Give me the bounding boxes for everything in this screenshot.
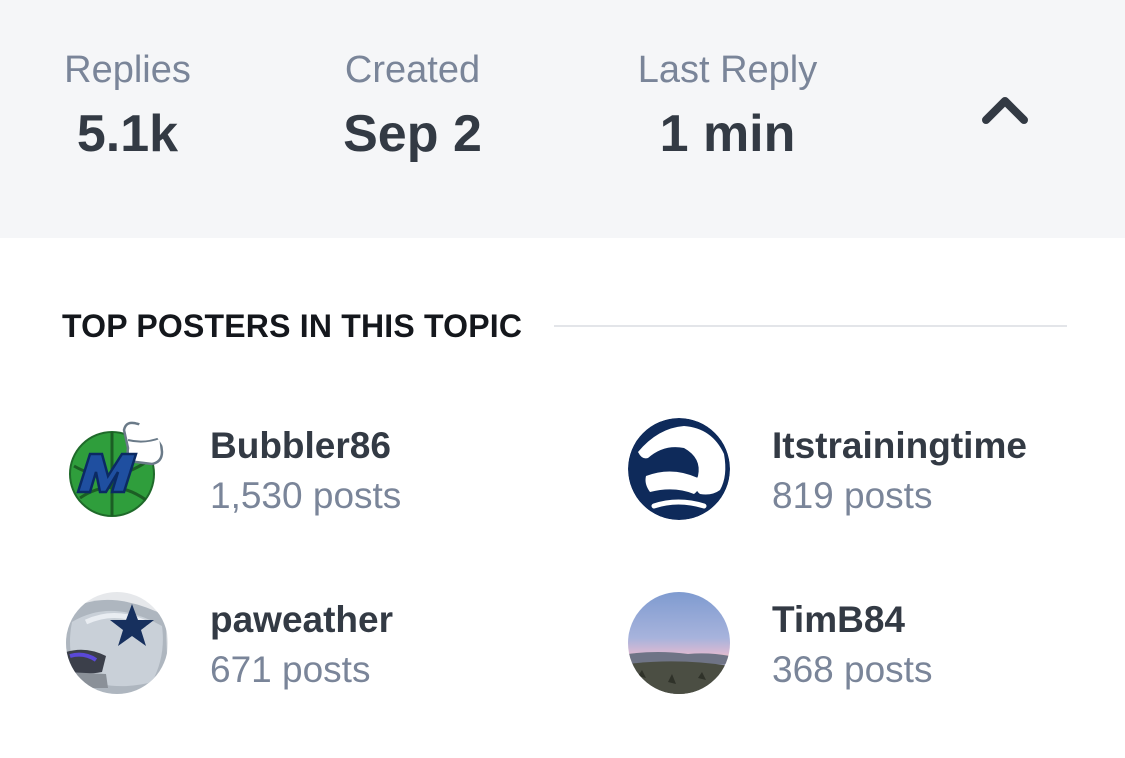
top-poster-item[interactable]: Itstrainingtime 819 posts xyxy=(628,418,1098,528)
poster-post-count: 368 posts xyxy=(772,649,933,690)
penn-state-lion-avatar xyxy=(628,418,730,520)
avatar[interactable] xyxy=(628,592,730,694)
poster-post-count: 1,530 posts xyxy=(210,475,402,516)
mavericks-logo-avatar xyxy=(66,418,168,520)
collapse-button[interactable] xyxy=(970,82,1040,136)
top-poster-item[interactable]: paweather 671 posts xyxy=(66,592,536,702)
sunset-photo-avatar xyxy=(628,592,730,694)
top-poster-item[interactable]: Bubbler86 1,530 posts xyxy=(66,418,536,528)
stat-last-reply-label: Last Reply xyxy=(637,49,818,91)
top-posters-title: TOP POSTERS IN THIS TOPIC xyxy=(62,307,523,344)
poster-post-count: 671 posts xyxy=(210,649,371,690)
avatar[interactable] xyxy=(628,418,730,520)
stat-replies-label: Replies xyxy=(64,49,191,91)
topic-stats-bar: Replies 5.1k Created Sep 2 Last Reply 1 … xyxy=(0,0,1125,238)
chevron-up-icon xyxy=(982,97,1028,124)
stat-last-reply-value: 1 min xyxy=(659,105,796,163)
stat-created: Created Sep 2 xyxy=(325,48,500,164)
stat-replies-value: 5.1k xyxy=(76,105,179,163)
top-poster-item[interactable]: TimB84 368 posts xyxy=(628,592,1098,702)
stat-created-value: Sep 2 xyxy=(343,105,482,163)
stat-replies: Replies 5.1k xyxy=(50,48,205,164)
poster-name[interactable]: TimB84 xyxy=(772,598,905,642)
stat-created-label: Created xyxy=(344,49,481,91)
poster-name[interactable]: Itstrainingtime xyxy=(772,424,1027,468)
header-divider xyxy=(554,325,1067,327)
avatar[interactable] xyxy=(66,592,168,694)
stat-last-reply[interactable]: Last Reply 1 min xyxy=(620,48,835,164)
avatar[interactable] xyxy=(66,418,168,520)
cowboys-helmet-avatar xyxy=(66,592,168,694)
poster-name[interactable]: Bubbler86 xyxy=(210,424,391,468)
top-posters-header: TOP POSTERS IN THIS TOPIC xyxy=(62,304,1067,348)
poster-post-count: 819 posts xyxy=(772,475,933,516)
poster-name[interactable]: paweather xyxy=(210,598,393,642)
